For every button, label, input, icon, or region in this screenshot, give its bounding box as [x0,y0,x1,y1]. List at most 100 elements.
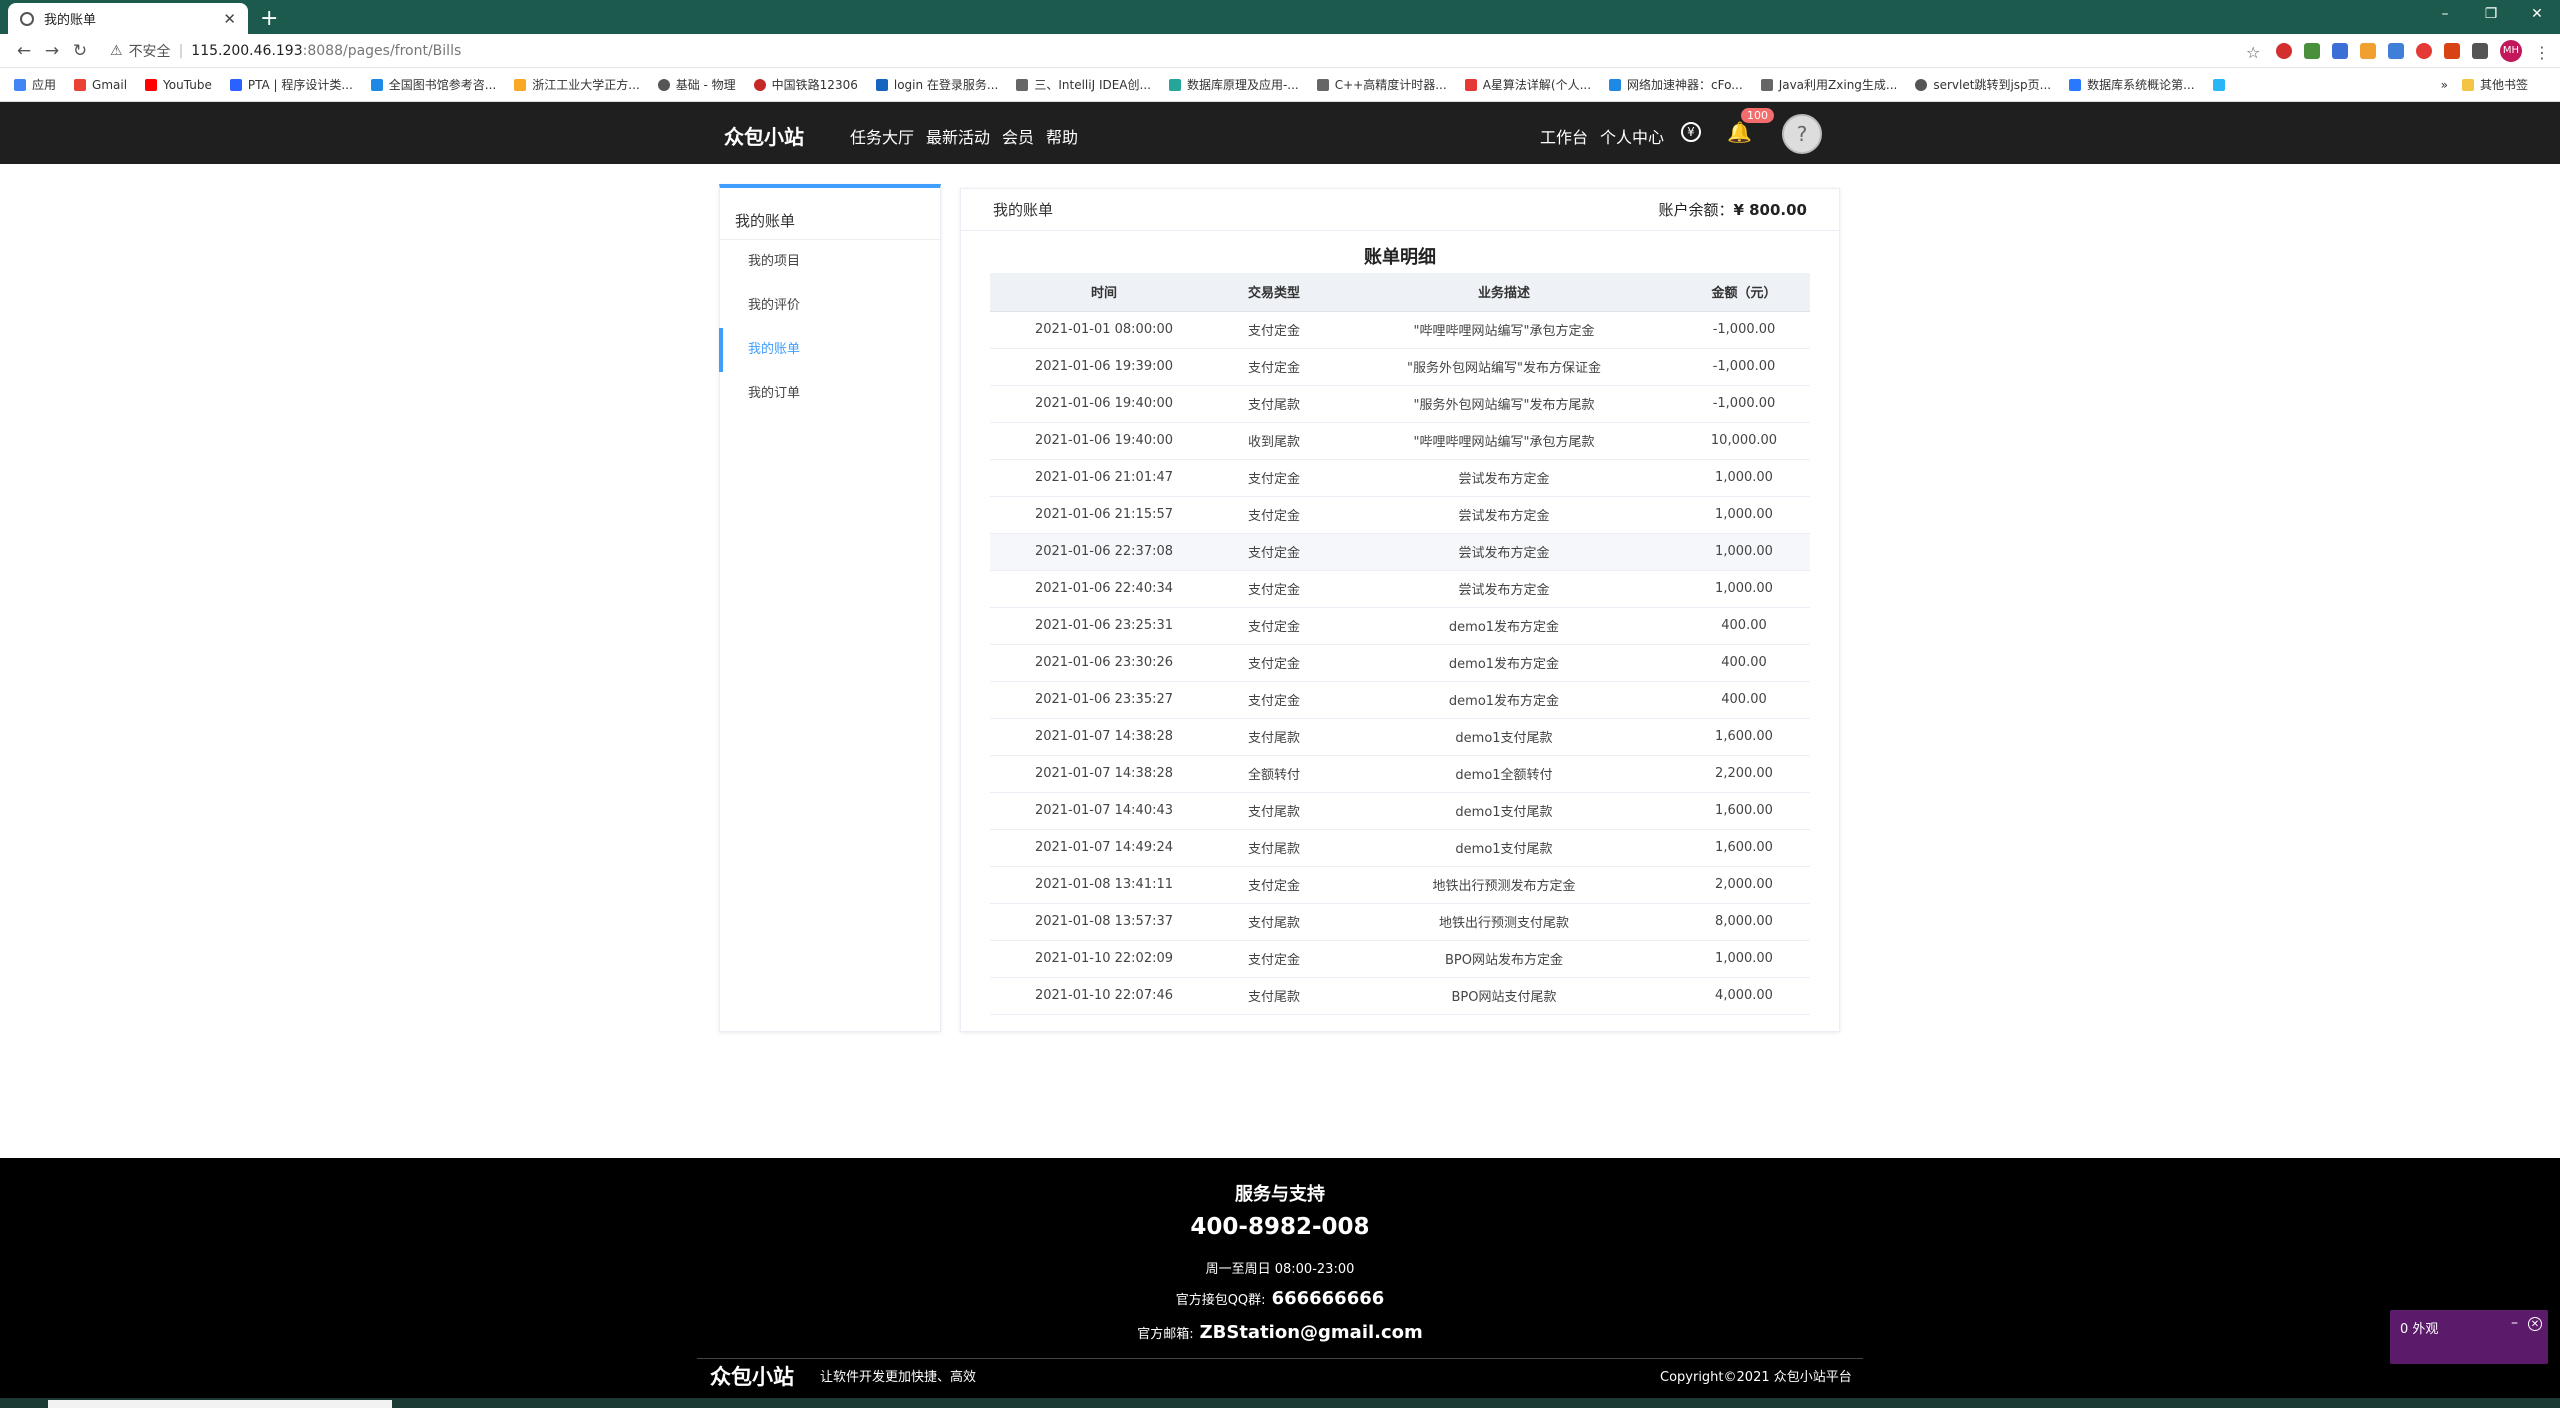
bookmark-item[interactable]: 全国图书馆参考咨... [370,76,496,93]
bookmark-item[interactable]: Java利用Zxing生成... [1760,76,1897,93]
bookmark-item[interactable]: 浙江工业大学正方... [514,76,640,93]
taskbar-search-input[interactable] [48,1400,392,1408]
balance-value: ¥ 800.00 [1733,201,1807,219]
bookmark-item[interactable]: 基础 - 物理 [657,76,736,93]
translate-extension-icon[interactable] [2332,42,2348,59]
bookmark-item[interactable]: 三、IntelliJ IDEA创... [1016,76,1151,93]
site-logo[interactable]: 众包小站 [724,121,804,150]
bookmark-favicon [2069,78,2082,91]
appearance-widget[interactable]: 0 外观 – ✕ [2390,1310,2548,1364]
kebab-menu-icon[interactable]: ⋮ [2534,43,2550,62]
warning-icon[interactable]: ⚠ [110,43,123,59]
nav-latest-activities[interactable]: 最新活动 [926,124,990,148]
cell-type: 支付尾款 [1218,903,1330,941]
cell-type: 支付定金 [1218,348,1330,386]
bookmark-item[interactable]: login 在登录服务... [875,76,998,93]
nav-help[interactable]: 帮助 [1046,124,1078,148]
back-icon[interactable]: ← [10,41,38,61]
site-header: 众包小站 任务大厅 最新活动 会员 帮助 工作台 个人中心 ¥ 🔔 100 ? [0,102,2560,164]
shield-extension-icon[interactable] [2444,42,2460,59]
user-avatar[interactable]: ? [1782,114,1822,154]
email-value[interactable]: ZBStation@gmail.com [1200,1322,1423,1343]
cell-type: 支付尾款 [1218,718,1330,756]
window-controls: – ❐ ✕ [2422,6,2560,22]
sidebar-item-my-orders[interactable]: 我的订单 [720,372,940,416]
nav-membership[interactable]: 会员 [1002,124,1034,148]
bookmark-item[interactable] [2212,78,2231,91]
cell-amount: 1,000.00 [1678,496,1810,534]
sidebar-item-my-bills[interactable]: 我的账单 [719,328,940,372]
browser-tab[interactable]: 我的账单 ✕ [8,3,248,34]
cell-type: 支付定金 [1218,866,1330,904]
bookmark-favicon [229,78,242,91]
adblock-extension-icon[interactable] [2416,42,2432,59]
cell-time: 2021-01-07 14:40:43 [990,792,1218,830]
url-input[interactable]: ⚠ 不安全 | 115.200.46.193 :8088/pages/front… [104,38,2236,64]
bookmark-item[interactable]: A星算法详解(个人... [1464,76,1591,93]
new-tab-button[interactable]: + [260,6,278,31]
globe-icon [20,11,34,26]
table-row: 2021-01-06 19:40:00 支付尾款 "服务外包网站编写"发布方尾款 -1… [990,385,1810,423]
bookmark-item[interactable]: C++高精度计时器... [1316,76,1447,93]
cell-description: "服务外包网站编写"发布方尾款 [1330,385,1678,423]
widget-label: 0 外观 [2400,1322,2439,1337]
cell-time: 2021-01-06 22:40:34 [990,570,1218,608]
bookmark-item[interactable]: Gmail [74,78,127,92]
nav-workbench[interactable]: 工作台 [1540,124,1588,148]
extension-icon[interactable] [2304,42,2320,59]
table-row: 2021-01-06 23:25:31 支付定金 demo1发布方定金 400.00 [990,607,1810,645]
restore-window-button[interactable]: ❐ [2468,6,2514,22]
panel-header: 我的账单 账户余额：¥ 800.00 [961,189,1839,231]
bookmark-favicon [370,78,383,91]
bookmark-item[interactable]: 数据库原理及应用-... [1168,76,1299,93]
bookmark-favicon [1760,78,1773,91]
cell-description: 地铁出行预测发布方定金 [1330,866,1678,904]
email-label: 官方邮箱: [1137,1327,1194,1342]
user-nav: 工作台 个人中心 [1540,124,1664,148]
balance-label: 账户余额： [1658,201,1734,219]
nav-task-hall[interactable]: 任务大厅 [850,124,914,148]
bookmark-favicon [753,78,766,91]
other-bookmarks-folder[interactable]: 其他书签 [2461,76,2528,93]
cell-description: demo1发布方定金 [1330,644,1678,682]
cell-type: 支付定金 [1218,459,1330,497]
bookmark-item[interactable]: YouTube [145,78,212,92]
bookmark-item[interactable]: 网络加速神器：cFo... [1609,76,1743,93]
cell-amount: 400.00 [1678,607,1810,645]
globe-icon [1915,78,1928,91]
bell-icon[interactable]: 🔔 [1727,120,1752,144]
minimize-window-button[interactable]: – [2422,6,2468,22]
sidebar-item-my-reviews[interactable]: 我的评价 [720,284,940,328]
footer-hours: 周一至周日 08:00-23:00 [1205,1262,1355,1277]
bookmark-star-icon[interactable]: ☆ [2246,43,2264,62]
puzzle-icon[interactable] [2472,42,2488,59]
cell-time: 2021-01-08 13:57:37 [990,903,1218,941]
table-row: 2021-01-01 08:00:00 支付定金 "哔哩哔哩网站编写"承包方定金 -1… [990,311,1810,349]
extension-icon[interactable] [2388,42,2404,59]
widget-minimize-button[interactable]: – [2511,1315,2518,1331]
bookmark-item[interactable]: 应用 [14,76,56,93]
profile-avatar[interactable]: MH [2500,39,2522,62]
close-window-button[interactable]: ✕ [2514,6,2560,22]
bookmark-overflow-button[interactable]: » [2441,78,2448,92]
reload-icon[interactable]: ↻ [66,41,94,61]
opera-extension-icon[interactable] [2276,42,2292,59]
forward-icon[interactable]: → [38,41,66,61]
notification-badge: 100 [1741,108,1774,123]
extension-icon[interactable] [2360,42,2376,59]
bookmark-item[interactable]: servlet跳转到jsp页... [1915,76,2051,93]
nav-personal-center[interactable]: 个人中心 [1600,124,1664,148]
bookmark-item[interactable]: 中国铁路12306 [753,76,858,93]
cell-amount: 1,000.00 [1678,940,1810,978]
sidebar-item-my-projects[interactable]: 我的项目 [720,240,940,284]
cell-type: 收到尾款 [1218,422,1330,460]
widget-close-icon[interactable]: ✕ [2528,1317,2542,1331]
bookmark-item[interactable]: PTA | 程序设计类... [229,76,353,93]
close-tab-icon[interactable]: ✕ [223,10,236,28]
cell-amount: 4,000.00 [1678,977,1810,1015]
column-header-description: 业务描述 [1330,273,1678,312]
cell-description: demo1发布方定金 [1330,607,1678,645]
bookmark-item[interactable]: 数据库系统概论第... [2069,76,2195,93]
yuan-icon[interactable]: ¥ [1681,122,1701,142]
cell-description: "哔哩哔哩网站编写"承包方定金 [1330,311,1678,349]
